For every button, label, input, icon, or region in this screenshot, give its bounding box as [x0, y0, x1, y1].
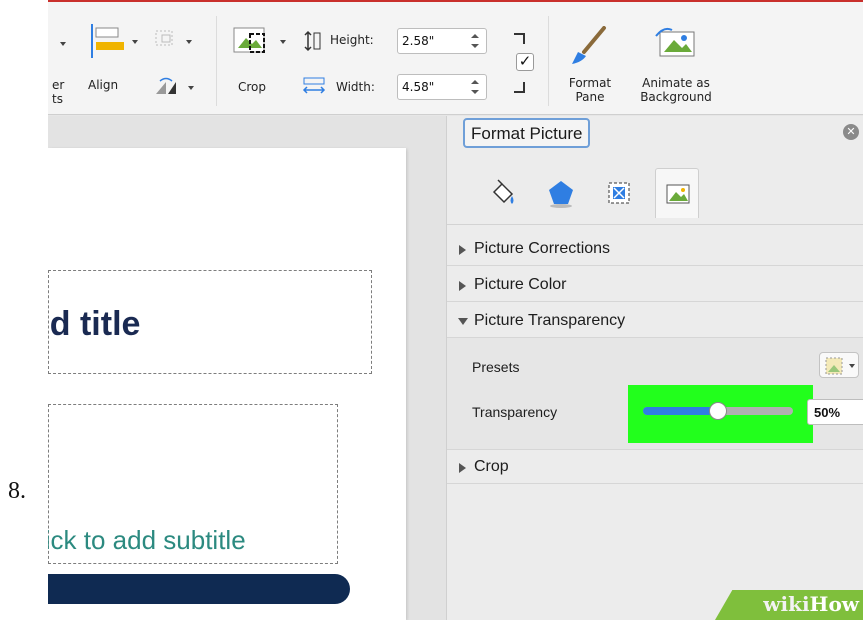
tab-fill-line[interactable]	[481, 168, 525, 218]
height-stepper-icon[interactable]	[470, 32, 480, 50]
close-pane-button[interactable]: ✕	[843, 124, 859, 140]
align-button[interactable]: Align	[84, 22, 138, 92]
group-dropdown-caret-icon[interactable]	[186, 40, 192, 44]
section-label: Picture Color	[474, 276, 567, 293]
title-placeholder[interactable]: dd title	[48, 270, 372, 374]
partial-ribbon-label[interactable]: er ts	[52, 78, 64, 106]
format-pane-button[interactable]: Format Pane	[558, 24, 622, 108]
picture-format-ribbon: er ts Align Crop Height: 2.58" Width: 4.…	[48, 0, 863, 115]
fill-bucket-icon	[492, 179, 514, 204]
transparency-presets-icon	[825, 357, 843, 375]
format-pane-label: Format Pane	[558, 76, 622, 104]
group-objects-icon[interactable]	[154, 28, 182, 50]
align-label: Align	[88, 78, 119, 92]
tab-picture[interactable]	[655, 168, 699, 218]
width-label: Width:	[336, 80, 375, 94]
align-icon	[91, 24, 124, 58]
width-value: 4.58"	[402, 80, 435, 94]
crop-icon	[233, 27, 265, 53]
presets-dropdown-caret-icon	[849, 364, 855, 368]
transparency-slider-fill	[643, 407, 718, 415]
ribbon-separator	[548, 16, 549, 106]
presets-label: Presets	[472, 359, 520, 375]
width-stepper-icon[interactable]	[470, 78, 480, 96]
expand-arrow-icon	[459, 245, 466, 255]
subtitle-placeholder[interactable]: lick to add subtitle	[48, 404, 338, 564]
picture-icon	[666, 184, 690, 204]
wikihow-watermark: wikiHow	[763, 592, 859, 616]
rotate-dropdown-caret-icon[interactable]	[188, 86, 194, 90]
animate-line2: Background	[640, 90, 712, 104]
section-picture-transparency[interactable]: Picture Transparency	[447, 304, 863, 338]
height-icon	[304, 30, 321, 52]
animate-background-icon	[655, 27, 695, 57]
height-value: 2.58"	[402, 34, 435, 48]
tabs-divider	[447, 224, 863, 225]
format-pane-line2: Pane	[575, 90, 605, 104]
expand-arrow-icon	[459, 281, 466, 291]
height-label: Height:	[330, 33, 374, 47]
title-placeholder-text: dd title	[48, 305, 141, 343]
transparency-label: Transparency	[472, 404, 558, 420]
checkmark-icon: ✓	[518, 53, 532, 70]
slide-editing-area: dd title lick to add subtitle	[48, 116, 446, 620]
watermark-part2: How	[809, 592, 859, 616]
presets-dropdown[interactable]	[819, 352, 859, 378]
watermark-part1: wiki	[763, 592, 810, 616]
section-crop[interactable]: Crop	[447, 450, 863, 484]
dropdown-caret-icon[interactable]	[60, 42, 66, 46]
rotate-icon[interactable]	[154, 76, 180, 98]
section-label: Picture Corrections	[474, 240, 611, 257]
collapse-arrow-icon	[458, 318, 468, 325]
section-picture-corrections[interactable]: Picture Corrections	[447, 232, 863, 266]
crop-label: Crop	[238, 80, 267, 94]
section-label: Picture Transparency	[474, 312, 626, 329]
ribbon-separator	[216, 16, 217, 106]
height-field[interactable]: 2.58"	[397, 28, 487, 54]
close-icon: ✕	[846, 125, 856, 138]
slide-decorative-bar	[48, 574, 350, 604]
align-dropdown-caret-icon	[132, 40, 138, 44]
animate-background-label: Animate as Background	[626, 76, 726, 104]
section-label: Crop	[474, 458, 509, 475]
slide-canvas: dd title lick to add subtitle	[48, 148, 406, 620]
width-field[interactable]: 4.58"	[397, 74, 487, 100]
lock-aspect-ratio-checkbox[interactable]: ✓	[516, 53, 534, 71]
pentagon-effects-icon	[549, 181, 573, 208]
expand-arrow-icon	[459, 463, 466, 473]
powerpoint-window: er ts Align Crop Height: 2.58" Width: 4.…	[48, 0, 863, 620]
format-pane-line1: Format	[568, 76, 612, 90]
partial-label-line2: ts	[52, 92, 63, 106]
subtitle-placeholder-text: lick to add subtitle	[48, 525, 246, 555]
width-icon	[302, 77, 326, 94]
section-picture-color[interactable]: Picture Color	[447, 268, 863, 302]
step-number: 8.	[8, 478, 26, 504]
tab-effects[interactable]	[539, 168, 583, 218]
animate-as-background-button[interactable]: Animate as Background	[626, 24, 726, 108]
transparency-slider-thumb[interactable]	[709, 402, 727, 420]
size-properties-icon	[608, 182, 630, 204]
crop-dropdown-caret-icon	[280, 40, 286, 44]
transparency-value-field[interactable]: 50%	[807, 399, 863, 425]
pane-title: Format Picture	[463, 118, 591, 148]
tab-size-properties[interactable]	[597, 168, 641, 218]
partial-label-line1: er	[52, 78, 65, 92]
crop-button[interactable]: Crop	[228, 24, 288, 96]
animate-line1: Animate as	[642, 76, 710, 90]
format-picture-pane: Format Picture ✕ Picture Corrections Pic…	[446, 116, 863, 620]
paintbrush-icon	[572, 26, 606, 64]
transparency-value: 50%	[814, 405, 841, 420]
